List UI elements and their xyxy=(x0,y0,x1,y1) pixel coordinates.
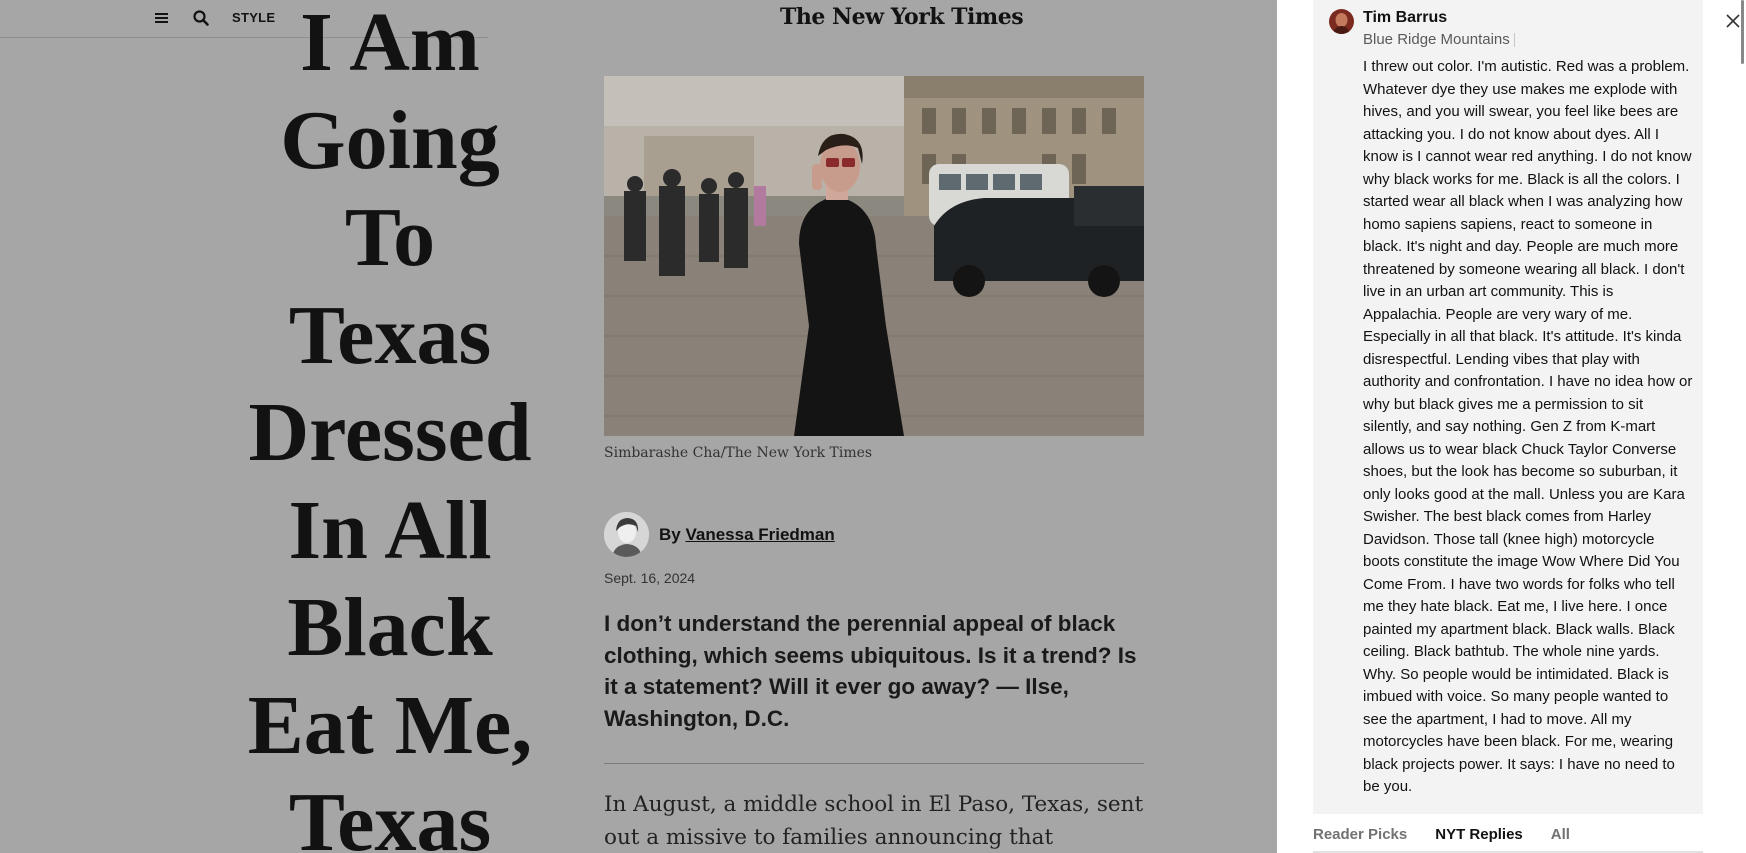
headline-line: Dressed xyxy=(248,386,532,479)
hamburger-menu-icon[interactable] xyxy=(154,10,170,26)
headline-line: Eat Me, xyxy=(247,678,533,772)
commenter-avatar[interactable] xyxy=(1329,9,1354,34)
reader-question: I don’t understand the perennial appeal … xyxy=(604,611,1137,731)
comments-panel: Tim Barrus Blue Ridge Mountains I threw … xyxy=(1277,0,1746,853)
comment-tabs: Reader Picks NYT Replies All xyxy=(1313,826,1570,843)
close-icon[interactable] xyxy=(1725,13,1741,29)
headline-line: Black xyxy=(287,581,493,674)
article-headline: I Am Going To Texas Dressed In All Black… xyxy=(200,0,580,853)
author-avatar[interactable] xyxy=(604,512,649,557)
tab-reader-picks[interactable]: Reader Picks xyxy=(1313,826,1407,843)
headline-line: Texas xyxy=(288,288,492,382)
byline-prefix: By xyxy=(659,524,681,544)
comment-body: I threw out color. I'm autistic. Red was… xyxy=(1363,58,1693,795)
byline: By Vanessa Friedman xyxy=(604,512,835,557)
tab-all[interactable]: All xyxy=(1551,826,1570,843)
publish-date: Sept. 16, 2024 xyxy=(604,570,696,586)
byline-text: By Vanessa Friedman xyxy=(659,525,835,545)
article-photo xyxy=(604,76,1144,436)
tab-nyt-replies[interactable]: NYT Replies xyxy=(1435,826,1523,843)
headline-line: In All xyxy=(288,483,492,577)
section-divider xyxy=(604,763,1144,764)
panel-scrollbar[interactable] xyxy=(1741,0,1744,64)
author-link[interactable]: Vanessa Friedman xyxy=(685,525,834,544)
headline-line: To xyxy=(344,191,436,284)
nyt-masthead-logo[interactable]: The New York Times xyxy=(780,4,1024,30)
street-style-photo-illustration xyxy=(604,76,1144,436)
headline-line: Going xyxy=(280,93,500,187)
article-body-text: In August, a middle school in El Paso, T… xyxy=(604,792,1144,850)
commenter-location: Blue Ridge Mountains xyxy=(1363,31,1510,48)
photo-credit: Simbarashe Cha/The New York Times xyxy=(604,445,873,461)
commenter-name[interactable]: Tim Barrus xyxy=(1363,9,1447,27)
location-separator xyxy=(1514,33,1515,47)
headline-line: Texas xyxy=(288,776,492,853)
headline-line: I Am xyxy=(300,0,480,89)
